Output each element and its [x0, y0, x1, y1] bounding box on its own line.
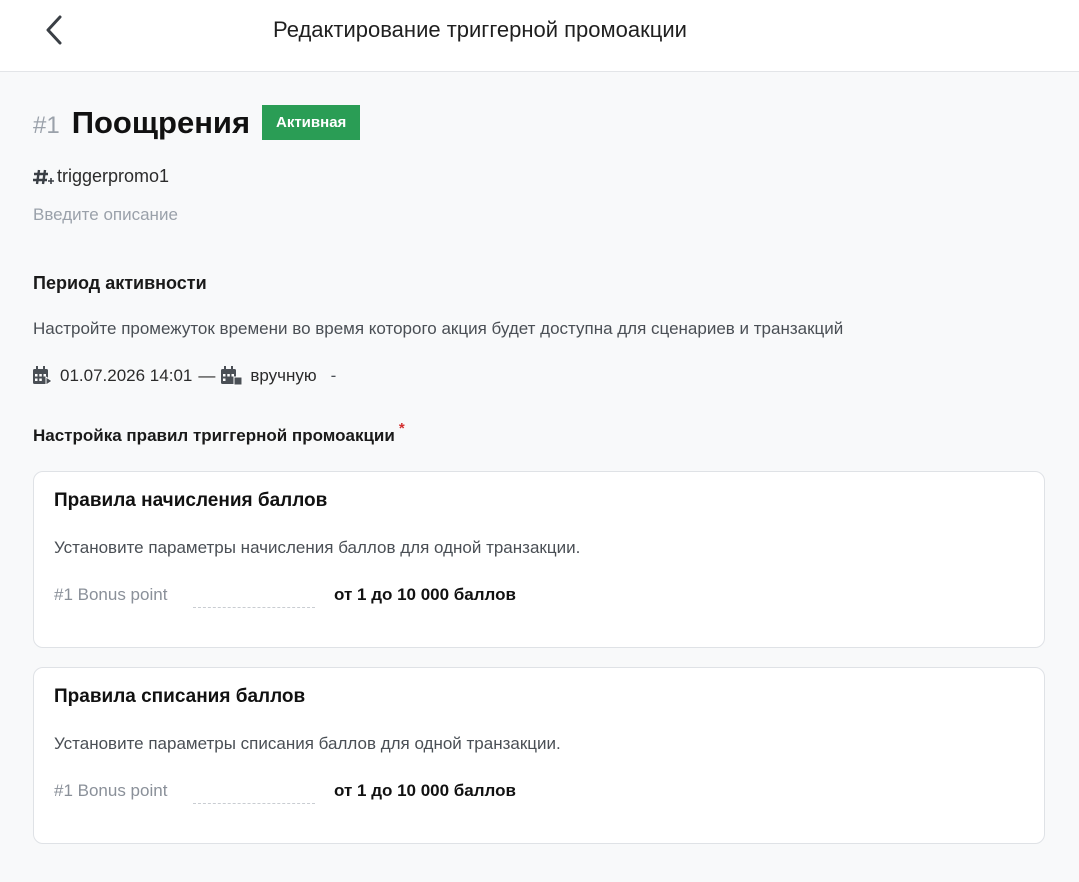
period-end-suffix: -: [330, 366, 337, 385]
period-start-picker[interactable]: [33, 366, 52, 386]
rules-title-text: Настройка правил триггерной промоакции: [33, 426, 395, 445]
description-input[interactable]: [33, 205, 533, 225]
calendar-start-icon: [33, 366, 52, 386]
period-start-value: 01.07.2026 14:01: [60, 366, 193, 385]
period-title: Период активности: [33, 273, 207, 293]
period-description: Настройте промежуток времени во время ко…: [33, 319, 844, 338]
period-separator: —: [198, 366, 216, 385]
writeoff-rules-description: Установите параметры списания баллов для…: [54, 734, 561, 753]
period-end-value: вручную: [250, 366, 317, 385]
writeoff-rules-title: Правила списания баллов: [54, 686, 306, 707]
accrual-bonus-input[interactable]: [193, 584, 315, 608]
accrual-rules-card: Правила начисления баллов Установите пар…: [33, 471, 1045, 648]
promo-name[interactable]: Поощрения: [72, 105, 250, 141]
period-end-picker[interactable]: [221, 366, 243, 386]
writeoff-bonus-range: от 1 до 10 000 баллов: [334, 781, 516, 800]
accrual-bonus-range: от 1 до 10 000 баллов: [334, 585, 516, 604]
back-button[interactable]: [36, 12, 72, 48]
writeoff-bonus-label: #1 Bonus point: [54, 781, 168, 800]
promo-title: #1 Поощрения: [33, 105, 250, 141]
page-title: Редактирование триггерной промоакции: [273, 17, 687, 42]
accrual-rules-title: Правила начисления баллов: [54, 490, 328, 511]
period-range: 01.07.2026 14:01 — вручную -: [33, 366, 336, 386]
rules-title: Настройка правил триггерной промоакции *: [33, 420, 405, 446]
accrual-rules-description: Установите параметры начисления баллов д…: [54, 538, 581, 557]
writeoff-rules-card: Правила списания баллов Установите парам…: [33, 667, 1045, 844]
promo-tag[interactable]: triggerpromo1: [33, 166, 169, 187]
accrual-bonus-label: #1 Bonus point: [54, 585, 168, 604]
calendar-end-icon: [221, 366, 243, 386]
promo-number: #1: [33, 112, 60, 139]
writeoff-bonus-input[interactable]: [193, 780, 315, 804]
hashtag-icon: [33, 169, 54, 184]
top-bar: Редактирование триггерной промоакции: [0, 0, 1079, 72]
chevron-left-icon: [46, 15, 62, 45]
promo-tag-text: triggerpromo1: [57, 166, 170, 186]
status-badge: Активная: [262, 105, 361, 140]
required-mark: *: [398, 420, 405, 437]
